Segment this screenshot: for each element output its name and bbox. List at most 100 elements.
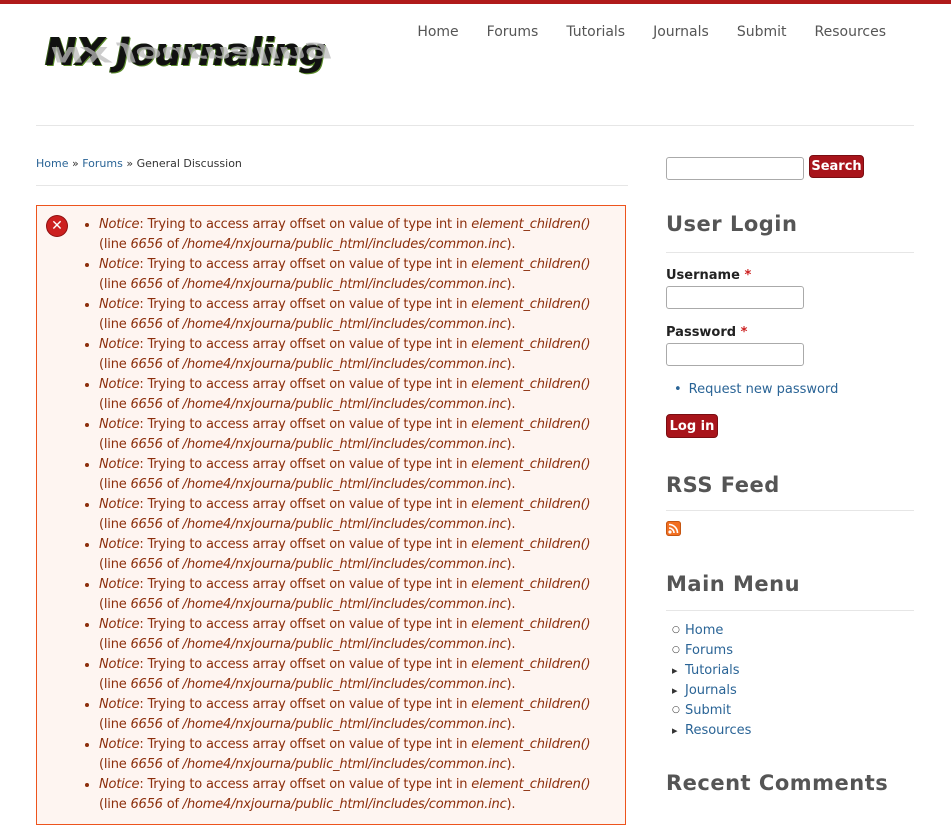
error-text: of [162,637,183,652]
expand-arrow-icon [672,684,685,697]
error-text: /home4/nxjourna/public_html/includes/com… [182,717,507,732]
error-text: element_children() [471,537,591,552]
error-text: (line [99,557,131,572]
error-text: /home4/nxjourna/public_html/includes/com… [182,357,507,372]
nav-journals[interactable]: Journals [639,24,723,40]
error-item: Notice: Trying to access array offset on… [99,295,605,335]
main-menu-link[interactable]: Home [685,623,723,638]
password-field[interactable] [666,343,804,366]
breadcrumb-current: General Discussion [136,157,242,170]
error-text: Notice [99,457,140,472]
error-text: : Trying to access array offset on value… [139,417,472,432]
error-text: : Trying to access array offset on value… [139,537,472,552]
nav-resources[interactable]: Resources [801,24,901,40]
error-text: 6656 [130,517,163,532]
error-text: (line [99,677,131,692]
main-menu-divider [666,610,914,611]
error-text: /home4/nxjourna/public_html/includes/com… [182,277,507,292]
error-item: Notice: Trying to access array offset on… [99,695,605,735]
error-text: ). [506,757,516,772]
error-item: Notice: Trying to access array offset on… [99,775,605,815]
error-text: : Trying to access array offset on value… [139,297,472,312]
error-text: (line [99,597,131,612]
error-text: element_children() [471,337,591,352]
password-label: Password * [666,325,747,340]
error-text: element_children() [471,417,591,432]
error-text: Notice [99,617,140,632]
error-text: 6656 [130,757,163,772]
search-input[interactable] [666,157,804,180]
error-text: ). [506,397,516,412]
error-text: element_children() [471,577,591,592]
error-text: ). [506,597,516,612]
breadcrumb-home[interactable]: Home [36,157,68,170]
error-text: (line [99,317,131,332]
error-text: ). [506,357,516,372]
main-menu-link[interactable]: Tutorials [685,663,740,678]
error-text: ). [506,637,516,652]
error-text: /home4/nxjourna/public_html/includes/com… [182,637,507,652]
expand-arrow-icon [672,664,685,677]
error-text: /home4/nxjourna/public_html/includes/com… [182,237,507,252]
error-item: Notice: Trying to access array offset on… [99,735,605,775]
username-field[interactable] [666,286,804,309]
username-label-text: Username [666,268,740,283]
main-menu-item[interactable]: Home [672,620,751,640]
logo-reflection: NX Journaling [51,41,332,66]
error-text: 6656 [130,437,163,452]
error-text: Notice [99,337,140,352]
error-text: Notice [99,577,140,592]
error-text: of [162,677,183,692]
request-password-link[interactable]: Request new password [689,382,839,397]
primary-nav: Home Forums Tutorials Journals Submit Re… [403,24,900,40]
nav-submit[interactable]: Submit [723,24,801,40]
error-text: : Trying to access array offset on value… [139,697,472,712]
error-text: element_children() [471,777,591,792]
error-text: : Trying to access array offset on value… [139,337,472,352]
error-item: Notice: Trying to access array offset on… [99,415,605,455]
error-text: ). [506,437,516,452]
top-accent-bar [0,0,951,4]
main-menu-item[interactable]: Tutorials [672,660,751,680]
site-logo[interactable]: NX Journaling NX Journaling [45,30,345,100]
main-menu-list: Home Forums Tutorials Journals Submit Resourc… [672,620,751,740]
error-text: element_children() [471,377,591,392]
error-text: 6656 [130,237,163,252]
required-mark: * [740,325,748,340]
circle-bullet-icon [672,625,685,635]
nav-forums[interactable]: Forums [473,24,553,40]
error-text: Notice [99,697,140,712]
error-text: 6656 [130,677,163,692]
main-menu-link[interactable]: Submit [685,703,731,718]
error-text: 6656 [130,277,163,292]
required-mark: * [744,268,752,283]
rss-icon[interactable] [666,521,681,536]
error-text: : Trying to access array offset on value… [139,777,472,792]
main-menu-link[interactable]: Journals [685,683,737,698]
breadcrumb-forums[interactable]: Forums [82,157,123,170]
main-menu-item[interactable]: Resources [672,720,751,740]
main-menu-link[interactable]: Forums [685,643,733,658]
error-text: of [162,317,183,332]
main-menu-item[interactable]: Journals [672,680,751,700]
error-text: of [162,517,183,532]
error-messages: ✕ Notice: Trying to access array offset … [36,205,626,825]
nav-home[interactable]: Home [403,24,472,40]
search-button[interactable]: Search [809,155,864,178]
error-text: (line [99,237,131,252]
main-menu-item[interactable]: Forums [672,640,751,660]
main-menu-link[interactable]: Resources [685,723,751,738]
error-text: /home4/nxjourna/public_html/includes/com… [182,797,507,812]
login-button[interactable]: Log in [666,414,718,438]
error-item: Notice: Trying to access array offset on… [99,455,605,495]
breadcrumb-separator: » [126,157,134,170]
error-text: (line [99,517,131,532]
error-item: Notice: Trying to access array offset on… [99,255,605,295]
error-text: element_children() [471,297,591,312]
nav-tutorials[interactable]: Tutorials [552,24,639,40]
main-menu-item[interactable]: Submit [672,700,751,720]
error-text: ). [506,317,516,332]
error-text: 6656 [130,317,163,332]
error-text: of [162,237,183,252]
error-text: /home4/nxjourna/public_html/includes/com… [182,517,507,532]
